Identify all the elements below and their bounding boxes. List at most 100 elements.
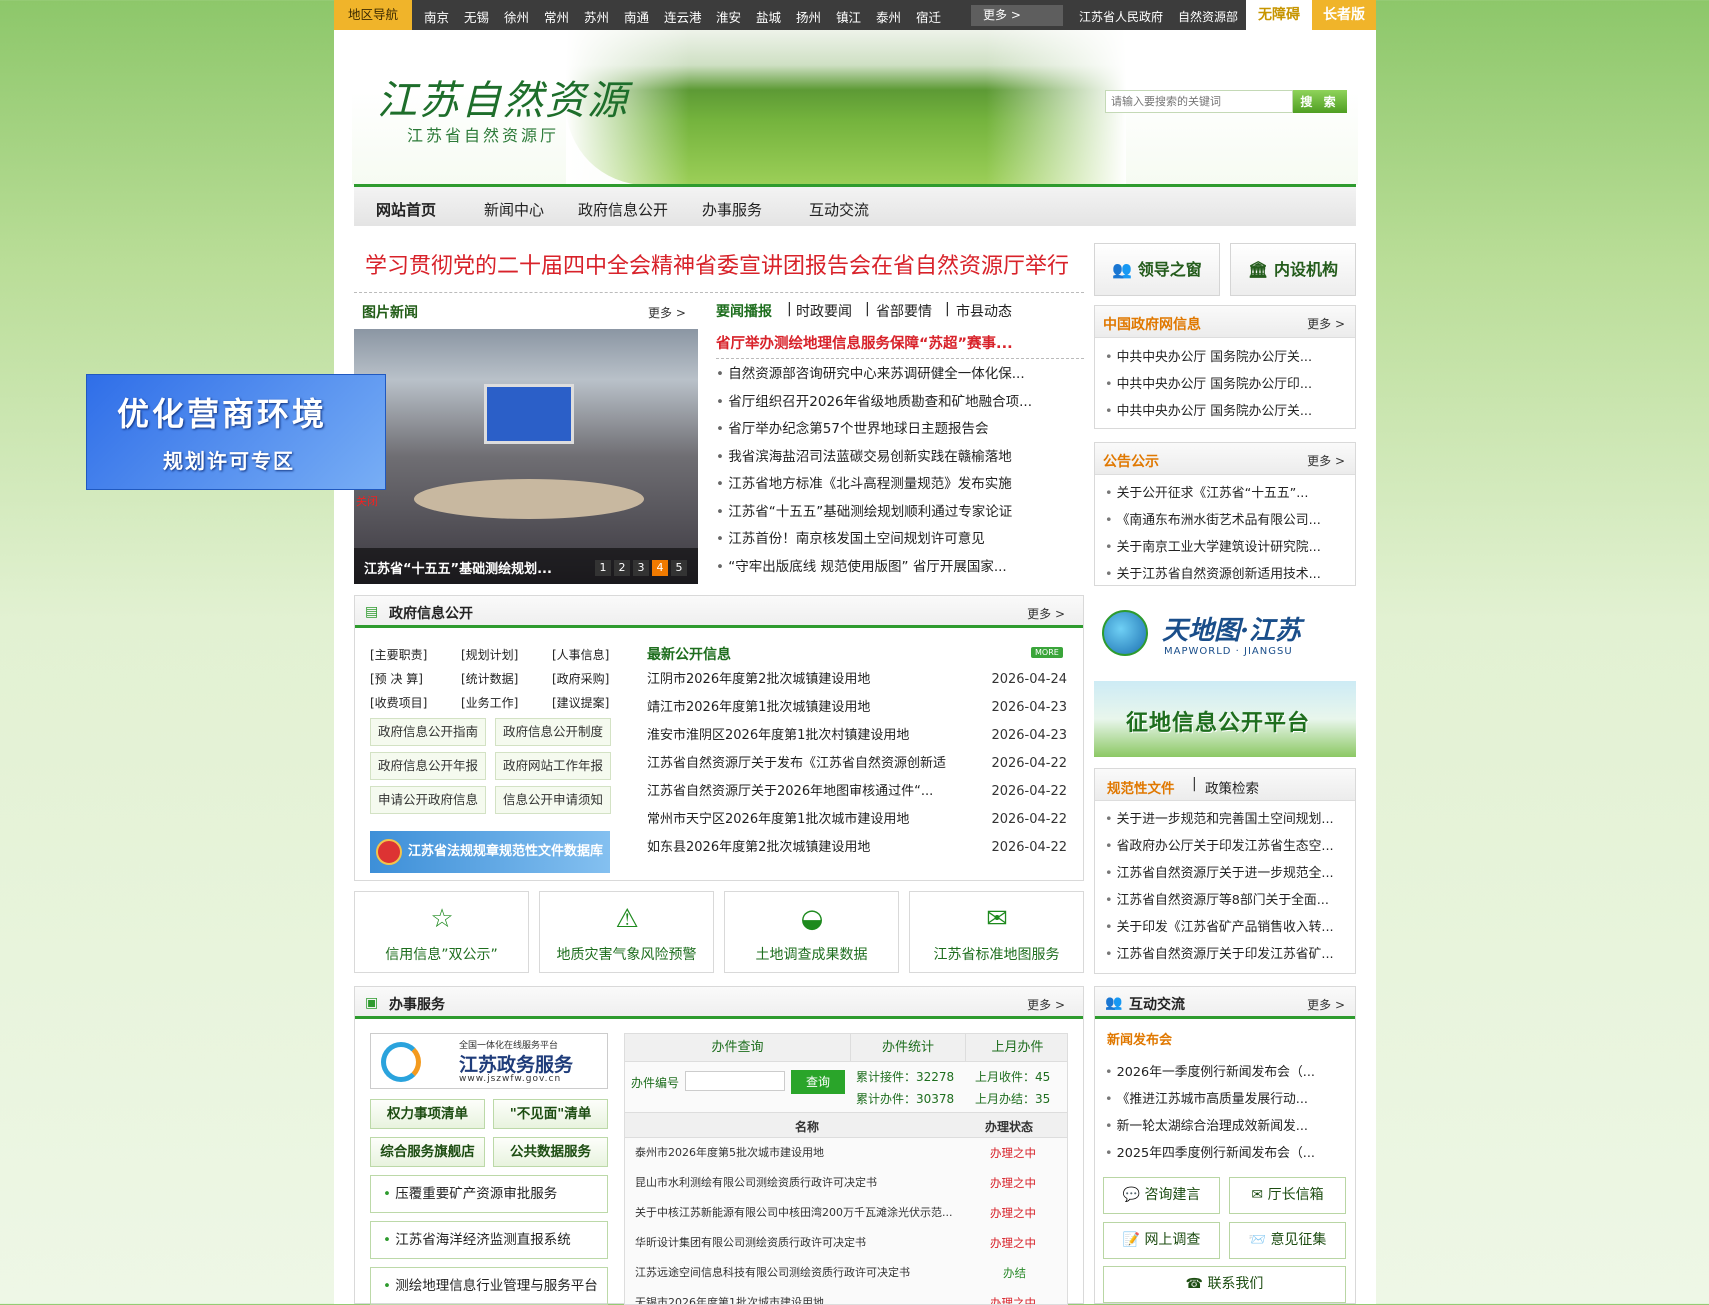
gov-info-item[interactable]: 中共中央办公厅 国务院办公厅关...	[1105, 344, 1337, 371]
tag-link[interactable]: [业务工作]	[461, 694, 518, 711]
news-item[interactable]: 省厅举办纪念第57个世界地球日主题报告会	[716, 416, 1084, 444]
news-item[interactable]: “守牢出版底线 规范使用版图” 省厅开展国家...	[716, 554, 1084, 582]
table-row[interactable]: 泰州市2026年度第5批次城市建设用地	[635, 1138, 975, 1168]
ocean-economy-link[interactable]: 江苏省海洋经济监测直报系统	[370, 1221, 608, 1259]
departments-button[interactable]: 🏛 内设机构	[1230, 243, 1356, 296]
policy-item[interactable]: 江苏省自然资源厅关于进一步规范全...	[1105, 860, 1337, 887]
city-link[interactable]: 宿迁	[916, 7, 941, 26]
jiangsu-gov-service-logo[interactable]: 全国一体化在线服务平台 江苏政务服务 www.jszwfw.gov.cn	[370, 1033, 608, 1089]
tag-link[interactable]: [政府采购]	[552, 670, 609, 687]
city-link[interactable]: 苏州	[584, 7, 609, 26]
tab-headlines[interactable]: 要闻播报	[716, 301, 772, 321]
open-info-row[interactable]: 淮安市淮阴区2026年度第1批次村镇建设用地 2026-04-23	[647, 722, 1067, 750]
credit-info-button[interactable]: ☆ 信用信息”双公示”	[354, 891, 529, 973]
open-info-row[interactable]: 如东县2026年度第2批次城镇建设用地 2026-04-22	[647, 834, 1067, 862]
tab-city[interactable]: 市县动态	[956, 301, 1012, 321]
city-link[interactable]: 南通	[624, 7, 649, 26]
open-info-row[interactable]: 江苏省自然资源厅关于2026年地图审核通过件“... 2026-04-22	[647, 778, 1067, 806]
policy-item[interactable]: 关于进一步规范和完善国土空间规划...	[1105, 806, 1337, 833]
table-row[interactable]: 华昕设计集团有限公司测绘资质行政许可决定书	[635, 1228, 975, 1258]
land-survey-button[interactable]: ◒ 土地调查成果数据	[724, 891, 899, 973]
standard-map-button[interactable]: ✉ 江苏省标准地图服务	[909, 891, 1084, 973]
notice-item[interactable]: 关于江苏省自然资源创新适用技术...	[1105, 561, 1337, 588]
news-item[interactable]: 省厅组织召开2026年省级地质勘查和矿地融合项...	[716, 389, 1084, 417]
news-item[interactable]: 自然资源部咨询研究中心来苏调研健全一体化保...	[716, 361, 1084, 389]
more-cities-button[interactable]: 更多 >	[971, 5, 1063, 26]
city-link[interactable]: 徐州	[504, 7, 529, 26]
director-mailbox-button[interactable]: ✉ 厅长信箱	[1229, 1177, 1346, 1214]
slide-page-3[interactable]: 3	[633, 560, 649, 576]
table-row[interactable]: 关于中核江苏新能源有限公司中核田湾200万千瓦滩涂光伏示范...	[635, 1198, 975, 1228]
city-link[interactable]: 常州	[544, 7, 569, 26]
open-info-row[interactable]: 靖江市2026年度第1批次城镇建设用地 2026-04-23	[647, 694, 1067, 722]
tag-link[interactable]: [统计数据]	[461, 670, 518, 687]
consult-button[interactable]: 💬 咨询建言	[1103, 1177, 1220, 1214]
geo-hazard-button[interactable]: ⚠ 地质灾害气象风险预警	[539, 891, 714, 973]
news-item[interactable]: 江苏省地方标准《北斗高程测量规范》发布实施	[716, 471, 1084, 499]
mineral-approval-link[interactable]: 压覆重要矿产资源审批服务	[370, 1175, 608, 1213]
tag-link[interactable]: [建议提案]	[552, 694, 609, 711]
press-item[interactable]: 2026年一季度例行新闻发布会（...	[1105, 1059, 1337, 1086]
gov-open-guide-button[interactable]: 政府信息公开指南	[370, 718, 486, 746]
tag-link[interactable]: [收费项目]	[370, 694, 427, 711]
accessibility-button[interactable]: 无障碍	[1246, 0, 1312, 30]
site-logo[interactable]: 江苏自然资源	[377, 68, 629, 126]
elder-mode-button[interactable]: 长者版	[1312, 0, 1376, 30]
photo-news-more[interactable]: 更多 >	[648, 304, 686, 321]
press-item[interactable]: 《推进江苏城市高质量发展行动...	[1105, 1086, 1337, 1113]
tab-ministry[interactable]: 省部要情	[876, 301, 932, 321]
slide-page-4[interactable]: 4	[652, 560, 668, 576]
nav-gov-open[interactable]: 政府信息公开	[578, 199, 668, 220]
news-item[interactable]: 江苏首份！南京核发国土空间规划许可意见	[716, 526, 1084, 554]
city-link[interactable]: 淮安	[716, 7, 741, 26]
open-info-row[interactable]: 江苏省自然资源厅关于发布《江苏省自然资源创新适... 2026-04-22	[647, 750, 1067, 778]
nav-services[interactable]: 办事服务	[702, 199, 762, 220]
law-database-banner[interactable]: 江苏省法规规章规范性文件数据库	[370, 831, 610, 873]
city-link[interactable]: 无锡	[464, 7, 489, 26]
tag-link[interactable]: [规划计划]	[461, 646, 518, 663]
tag-link[interactable]: [人事信息]	[552, 646, 609, 663]
leaders-window-button[interactable]: 👥 领导之窗	[1094, 243, 1220, 296]
headline-link[interactable]: 学习贯彻党的二十届四中全会精神省委宣讲团报告会在省自然资源厅举行	[365, 248, 1069, 280]
policy-item[interactable]: 江苏省自然资源厅关于印发江苏省矿...	[1105, 941, 1337, 968]
top-news-link[interactable]: 省厅举办测绘地理信息服务保障“苏超”赛事...	[716, 332, 1013, 353]
tag-link[interactable]: [预 决 算]	[370, 670, 423, 687]
interaction-more[interactable]: 更多 >	[1307, 996, 1345, 1013]
tab-normative-docs[interactable]: 规范性文件	[1107, 777, 1175, 797]
public-data-button[interactable]: 公共数据服务	[493, 1137, 608, 1167]
contact-us-button[interactable]: ☎ 联系我们	[1103, 1266, 1346, 1303]
city-link[interactable]: 扬州	[796, 7, 821, 26]
slide-page-1[interactable]: 1	[595, 560, 611, 576]
opinion-collection-button[interactable]: 📨 意见征集	[1229, 1222, 1346, 1259]
disclosure-notice-button[interactable]: 信息公开申请须知	[495, 786, 611, 814]
mapworld-banner[interactable]: 天地图·江苏 MAPWORLD · JIANGSU	[1094, 602, 1356, 664]
open-info-row[interactable]: 常州市天宁区2026年度第1批次城市建设用地 2026-04-22	[647, 806, 1067, 834]
surveying-platform-link[interactable]: 测绘地理信息行业管理与服务平台	[370, 1267, 608, 1305]
power-list-button[interactable]: 权力事项清单	[370, 1099, 485, 1129]
news-item[interactable]: 我省滨海盐沼司法蓝碳交易创新实践在赣榆落地	[716, 444, 1084, 472]
no-meet-list-button[interactable]: "不见面"清单	[493, 1099, 608, 1129]
website-annual-report-button[interactable]: 政府网站工作年报	[495, 752, 611, 780]
land-info-platform-banner[interactable]: 征地信息公开平台	[1094, 681, 1356, 757]
slide-page-2[interactable]: 2	[614, 560, 630, 576]
slide-page-5[interactable]: 5	[671, 560, 687, 576]
office-more[interactable]: 更多 >	[1027, 996, 1065, 1013]
press-item[interactable]: 新一轮太湖综合治理成效新闻发...	[1105, 1113, 1337, 1140]
city-link[interactable]: 盐城	[756, 7, 781, 26]
search-button[interactable]: 搜 索	[1293, 90, 1347, 113]
more-badge[interactable]: MORE	[1031, 647, 1063, 658]
query-button[interactable]: 查询	[791, 1070, 845, 1094]
tab-politics[interactable]: 时政要闻	[796, 301, 852, 321]
notice-item[interactable]: 关于公开征求《江苏省“十五五”...	[1105, 480, 1337, 507]
gov-info-item[interactable]: 中共中央办公厅 国务院办公厅印...	[1105, 371, 1337, 398]
city-link[interactable]: 连云港	[664, 7, 702, 26]
case-number-input[interactable]	[685, 1071, 785, 1091]
region-nav-label[interactable]: 地区导航	[334, 0, 412, 30]
close-link[interactable]: 关闭	[356, 493, 378, 509]
tag-link[interactable]: [主要职责]	[370, 646, 427, 663]
business-env-float-ad[interactable]: 优化营商环境 规划许可专区	[86, 374, 386, 490]
ministry-link[interactable]: 自然资源部	[1178, 8, 1238, 25]
open-info-row[interactable]: 江阴市2026年度第2批次城镇建设用地 2026-04-24	[647, 666, 1067, 694]
flagship-store-button[interactable]: 综合服务旗舰店	[370, 1137, 485, 1167]
tab-policy-search[interactable]: 政策检索	[1205, 777, 1259, 797]
